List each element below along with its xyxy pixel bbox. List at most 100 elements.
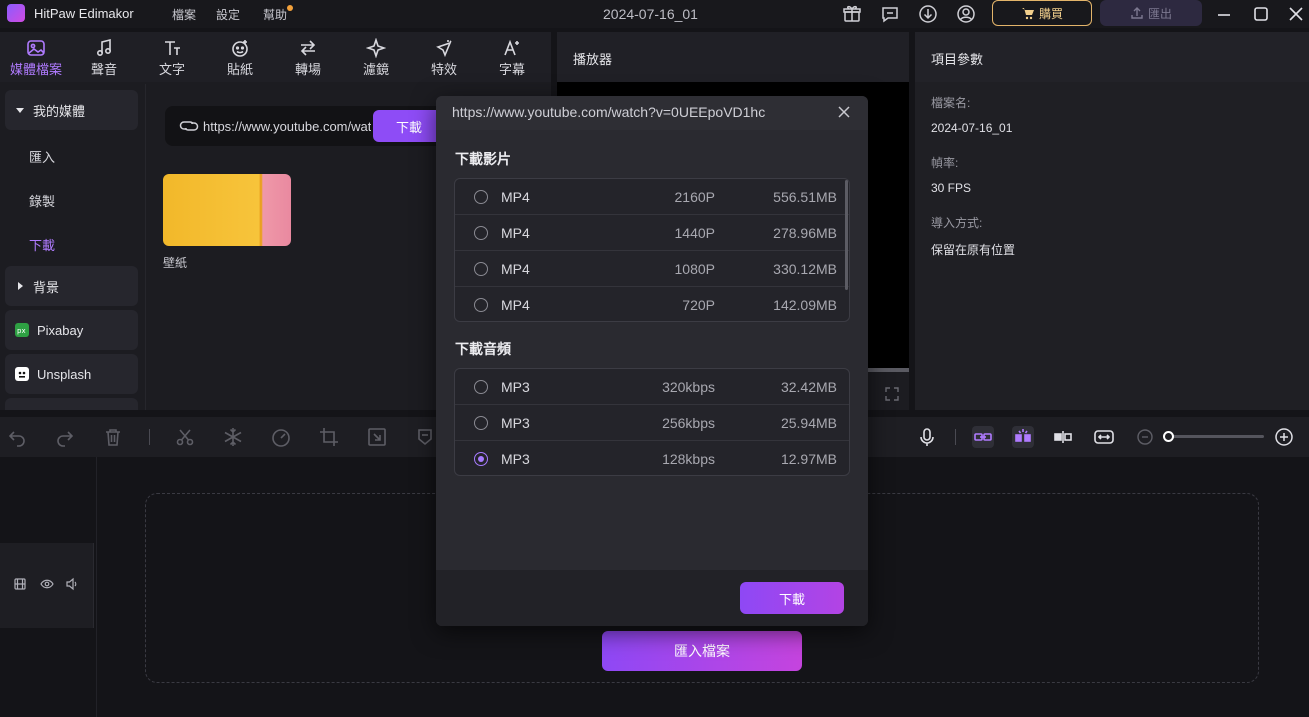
media-thumbnail[interactable] bbox=[163, 174, 291, 246]
subtitle-icon bbox=[504, 39, 519, 56]
sidebar-item-record[interactable]: 錄製 bbox=[29, 191, 55, 210]
undo-icon[interactable] bbox=[6, 426, 28, 448]
app-logo bbox=[7, 4, 25, 22]
zoom-slider-track[interactable] bbox=[1164, 435, 1264, 438]
sidebar-item-unsplash[interactable]: Unsplash bbox=[5, 354, 138, 394]
video-option[interactable]: MP4 1080P 330.12MB bbox=[455, 251, 849, 287]
tab-subtitle[interactable]: 字幕 bbox=[479, 36, 545, 82]
radio-button[interactable] bbox=[474, 189, 488, 204]
maximize-icon[interactable] bbox=[1250, 3, 1272, 25]
tab-sticker[interactable]: 貼紙 bbox=[207, 36, 273, 82]
microphone-icon[interactable] bbox=[916, 426, 938, 448]
radio-button[interactable] bbox=[474, 415, 488, 430]
sidebar-item-pixabay[interactable]: px Pixabay bbox=[5, 310, 138, 350]
buy-label: 購買 bbox=[1038, 6, 1063, 21]
tab-text[interactable]: 文字 bbox=[139, 36, 205, 82]
menu-settings[interactable]: 設定 bbox=[216, 6, 240, 23]
zoom-in-icon[interactable] bbox=[1273, 426, 1295, 448]
menu-file[interactable]: 檔案 bbox=[172, 6, 196, 23]
sidebar-item-background[interactable]: 背景 bbox=[5, 266, 138, 306]
fit-timeline-icon[interactable] bbox=[1093, 426, 1115, 448]
video-option[interactable]: MP4 720P 142.09MB bbox=[455, 287, 849, 321]
effect-icon bbox=[436, 40, 452, 58]
tab-filter-label: 濾鏡 bbox=[362, 62, 389, 77]
sticker-icon bbox=[232, 40, 248, 57]
sidebar-item-import[interactable]: 匯入 bbox=[29, 147, 55, 166]
dialog-url: https://www.youtube.com/watch?v=0UEEpoVD… bbox=[452, 104, 766, 120]
feedback-icon[interactable] bbox=[879, 3, 901, 25]
link-clips-icon[interactable] bbox=[972, 426, 994, 448]
option-size: 278.96MB bbox=[773, 224, 837, 241]
url-input[interactable]: https://www.youtube.com/watch?v=0UEEpoVD… bbox=[203, 119, 371, 134]
option-format: MP4 bbox=[501, 297, 530, 313]
split-icon[interactable] bbox=[174, 426, 196, 448]
prop-filename-value: 2024-07-16_01 bbox=[931, 121, 1013, 135]
video-option[interactable]: MP4 1440P 278.96MB bbox=[455, 215, 849, 251]
zoom-slider-handle[interactable] bbox=[1163, 431, 1174, 442]
crop-icon[interactable] bbox=[318, 426, 340, 448]
svg-text:px: px bbox=[17, 327, 26, 335]
prop-filename-label: 檔案名: bbox=[931, 96, 971, 110]
sidebar-item-my-media[interactable]: 我的媒體 bbox=[5, 90, 138, 130]
tab-transition[interactable]: 轉場 bbox=[275, 36, 341, 82]
import-file-button[interactable]: 匯入檔案 bbox=[602, 631, 802, 671]
unsplash-icon bbox=[15, 367, 29, 381]
radio-button[interactable] bbox=[474, 261, 488, 276]
menu-help[interactable]: 幫助 bbox=[263, 6, 287, 23]
tab-audio[interactable]: 聲音 bbox=[71, 36, 137, 82]
video-list-scrollbar[interactable] bbox=[845, 180, 848, 290]
split-view-icon[interactable] bbox=[1052, 426, 1074, 448]
magnet-snap-icon[interactable] bbox=[1012, 426, 1034, 448]
option-quality: 128kbps bbox=[662, 451, 715, 467]
sidebar-item-download[interactable]: 下載 bbox=[29, 235, 55, 254]
radio-button[interactable] bbox=[474, 298, 488, 312]
video-option[interactable]: MP4 2160P 556.51MB bbox=[455, 179, 849, 215]
speaker-icon[interactable] bbox=[65, 577, 79, 591]
audio-option[interactable]: MP3 320kbps 32.42MB bbox=[455, 369, 849, 405]
account-icon[interactable] bbox=[955, 3, 977, 25]
tab-filter[interactable]: 濾鏡 bbox=[343, 36, 409, 82]
resize-icon[interactable] bbox=[366, 426, 388, 448]
tab-text-label: 文字 bbox=[158, 62, 185, 77]
option-size: 32.42MB bbox=[780, 378, 837, 395]
redo-icon[interactable] bbox=[54, 426, 76, 448]
player-progress[interactable] bbox=[868, 368, 909, 372]
fullscreen-icon[interactable] bbox=[884, 386, 900, 402]
freeze-icon[interactable] bbox=[222, 426, 244, 448]
prop-import-mode-label: 導入方式: bbox=[931, 216, 983, 230]
eye-icon[interactable] bbox=[40, 577, 54, 591]
link-icon bbox=[178, 118, 200, 134]
caret-down-icon bbox=[15, 105, 25, 115]
speed-icon[interactable] bbox=[270, 426, 292, 448]
option-quality: 1440P bbox=[674, 224, 715, 241]
option-size: 25.94MB bbox=[780, 414, 837, 431]
buy-button[interactable]: 購買 bbox=[992, 0, 1092, 26]
minimize-icon[interactable] bbox=[1213, 3, 1235, 25]
mask-icon[interactable] bbox=[414, 426, 436, 448]
tab-effect[interactable]: 特效 bbox=[411, 36, 477, 82]
radio-button[interactable] bbox=[474, 379, 488, 394]
radio-button[interactable] bbox=[474, 225, 488, 240]
url-download-button[interactable]: 下載 bbox=[373, 110, 445, 142]
track-video-icon[interactable] bbox=[13, 577, 27, 591]
toolbar-divider-2 bbox=[955, 429, 956, 445]
audio-option[interactable]: MP3 128kbps 12.97MB bbox=[455, 441, 849, 475]
download-icon[interactable] bbox=[917, 3, 939, 25]
export-button[interactable]: 匯出 bbox=[1100, 0, 1202, 26]
delete-icon[interactable] bbox=[102, 426, 124, 448]
option-size: 142.09MB bbox=[773, 297, 837, 313]
audio-option[interactable]: MP3 256kbps 25.94MB bbox=[455, 405, 849, 441]
option-quality: 320kbps bbox=[662, 378, 715, 395]
tab-audio-label: 聲音 bbox=[90, 62, 117, 77]
tab-subtitle-label: 字幕 bbox=[498, 62, 525, 77]
close-icon[interactable] bbox=[1285, 3, 1307, 25]
tab-effect-label: 特效 bbox=[430, 62, 457, 77]
gift-icon[interactable] bbox=[841, 3, 863, 25]
text-icon bbox=[165, 41, 180, 55]
dialog-download-button[interactable]: 下載 bbox=[740, 582, 844, 614]
dialog-close-icon[interactable] bbox=[836, 104, 852, 120]
video-section-title: 下載影片 bbox=[455, 151, 511, 167]
zoom-out-icon[interactable] bbox=[1134, 426, 1156, 448]
tab-media[interactable]: 媒體檔案 bbox=[3, 36, 69, 82]
radio-button-selected[interactable] bbox=[474, 452, 488, 466]
